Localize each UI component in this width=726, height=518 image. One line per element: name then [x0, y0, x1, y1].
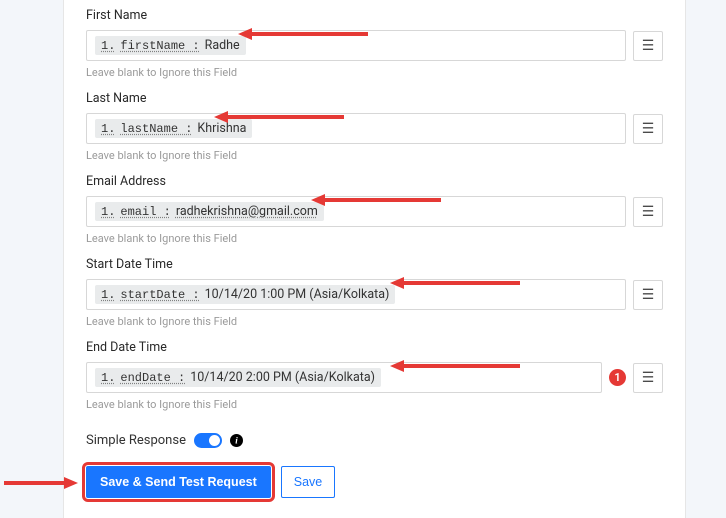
hint-last-name: Leave blank to Ignore this Field — [86, 149, 663, 162]
simple-response-row: Simple Response — [86, 433, 663, 448]
token-start-date: 1. startDate : 10/14/20 1:00 PM (Asia/Ko… — [95, 285, 395, 304]
input-email[interactable]: 1. email : radhekrishna@gmail.com — [86, 196, 626, 227]
simple-response-toggle[interactable] — [194, 433, 222, 448]
field-start-date: Start Date Time 1. startDate : 10/14/20 … — [86, 249, 663, 332]
token-first-name: 1. firstName : Radhe — [95, 36, 246, 55]
hamburger-icon: ☰ — [642, 370, 655, 386]
menu-button-end-date[interactable]: ☰ — [633, 363, 663, 393]
hint-end-date: Leave blank to Ignore this Field — [86, 398, 663, 411]
label-last-name: Last Name — [86, 89, 663, 106]
field-end-date: End Date Time 1. endDate : 10/14/20 2:00… — [86, 332, 663, 415]
menu-button-start-date[interactable]: ☰ — [633, 280, 663, 310]
hamburger-icon: ☰ — [642, 287, 655, 303]
token-last-name: 1. lastName : Khrishna — [95, 119, 252, 138]
button-row: Save & Send Test Request Save — [86, 466, 663, 498]
token-email: 1. email : radhekrishna@gmail.com — [95, 202, 324, 221]
annotation-arrow — [4, 475, 78, 491]
field-last-name: Last Name 1. lastName : Khrishna ☰ Leave… — [86, 83, 663, 166]
hamburger-icon: ☰ — [642, 121, 655, 137]
input-start-date[interactable]: 1. startDate : 10/14/20 1:00 PM (Asia/Ko… — [86, 279, 626, 310]
form-panel: First Name 1. firstName : Radhe ☰ Leave … — [63, 0, 686, 518]
menu-button-email[interactable]: ☰ — [633, 197, 663, 227]
hint-first-name: Leave blank to Ignore this Field — [86, 66, 663, 79]
label-first-name: First Name — [86, 6, 663, 23]
hint-start-date: Leave blank to Ignore this Field — [86, 315, 663, 328]
save-send-test-button[interactable]: Save & Send Test Request — [86, 466, 271, 498]
simple-response-label: Simple Response — [86, 433, 186, 448]
input-last-name[interactable]: 1. lastName : Khrishna — [86, 113, 626, 144]
field-email: Email Address 1. email : radhekrishna@gm… — [86, 166, 663, 249]
label-end-date: End Date Time — [86, 338, 663, 355]
hint-email: Leave blank to Ignore this Field — [86, 232, 663, 245]
label-start-date: Start Date Time — [86, 255, 663, 272]
info-icon[interactable] — [230, 434, 243, 447]
input-first-name[interactable]: 1. firstName : Radhe — [86, 30, 626, 61]
token-end-date: 1. endDate : 10/14/20 2:00 PM (Asia/Kolk… — [95, 368, 381, 387]
input-end-date[interactable]: 1. endDate : 10/14/20 2:00 PM (Asia/Kolk… — [86, 362, 602, 393]
field-first-name: First Name 1. firstName : Radhe ☰ Leave … — [86, 0, 663, 83]
menu-button-last-name[interactable]: ☰ — [633, 114, 663, 144]
save-button[interactable]: Save — [281, 466, 336, 498]
hamburger-icon: ☰ — [642, 204, 655, 220]
menu-button-first-name[interactable]: ☰ — [633, 31, 663, 61]
hamburger-icon: ☰ — [642, 38, 655, 54]
warning-badge[interactable]: 1 — [609, 369, 626, 386]
label-email: Email Address — [86, 172, 663, 189]
